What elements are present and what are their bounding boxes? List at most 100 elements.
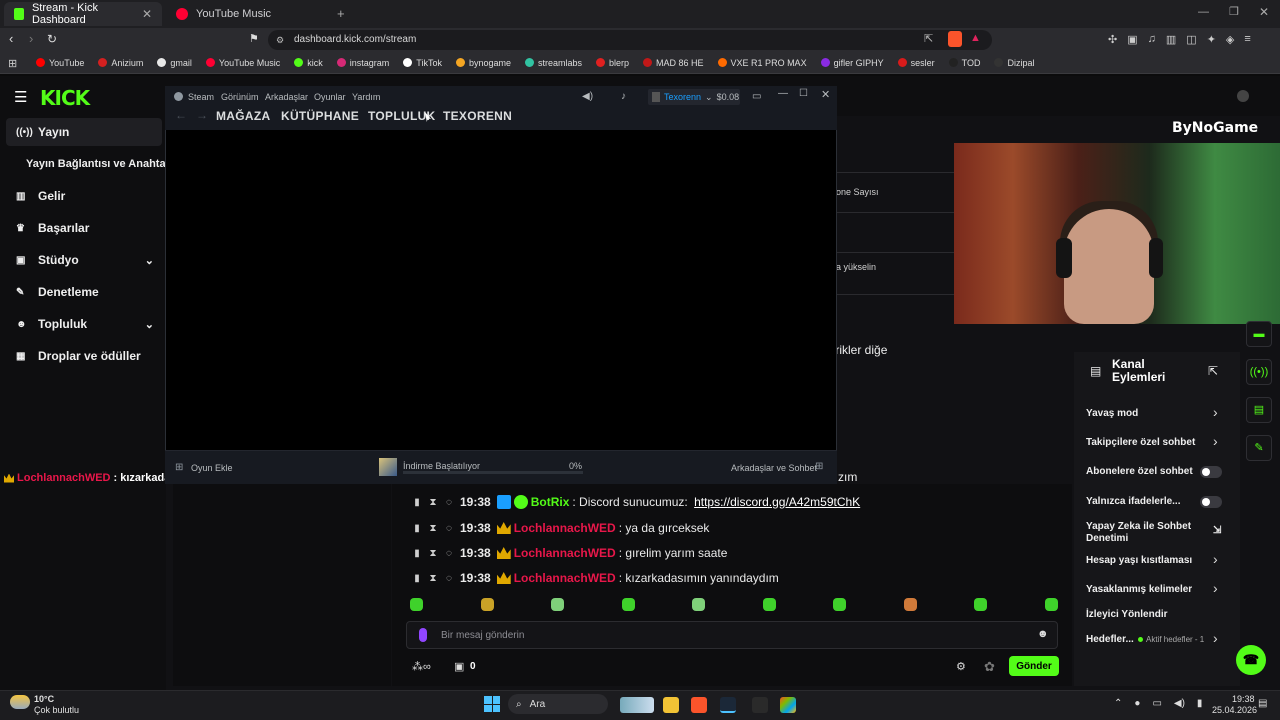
- chat-username[interactable]: LochlannachWED: [514, 571, 616, 585]
- send-button[interactable]: Gönder: [1009, 656, 1059, 676]
- chat-input-box[interactable]: Bir mesaj gönderin ☻: [406, 621, 1058, 649]
- chevron-right-icon[interactable]: ›: [1213, 404, 1218, 420]
- minimize-icon[interactable]: —: [1198, 6, 1209, 18]
- maximize-icon[interactable]: ❐: [1229, 5, 1239, 18]
- delete-icon[interactable]: ▮: [412, 548, 422, 559]
- bookmark-item[interactable]: TikTok: [403, 58, 442, 68]
- battery-icon[interactable]: ▮: [1197, 698, 1203, 709]
- menu-icon[interactable]: ≡: [1244, 33, 1250, 46]
- chat-settings-icon[interactable]: ⚙: [956, 660, 966, 673]
- steam-menu-item[interactable]: Yardım: [352, 92, 380, 102]
- screenshot-icon[interactable]: ▣: [1127, 33, 1137, 46]
- puzzle-icon[interactable]: ✣: [1108, 33, 1117, 46]
- add-game-icon[interactable]: ⊞: [175, 462, 183, 473]
- music-icon[interactable]: ♫: [1148, 33, 1156, 46]
- emote-icon[interactable]: [480, 598, 494, 611]
- emote-icon[interactable]: [621, 598, 635, 611]
- channel-action-2[interactable]: Abonelere özel sohbet: [1086, 466, 1193, 477]
- bookmark-item[interactable]: TOD: [948, 58, 980, 68]
- start-button[interactable]: [484, 696, 500, 712]
- bookmark-item[interactable]: bynogame: [455, 58, 511, 68]
- bookmark-icon[interactable]: ⚑: [249, 32, 259, 45]
- chevron-right-icon[interactable]: ›: [1213, 551, 1218, 567]
- emote-icon[interactable]: [903, 598, 917, 611]
- avatar[interactable]: [1237, 90, 1249, 102]
- weather-icon[interactable]: [10, 695, 30, 709]
- share-icon[interactable]: ⇱: [924, 32, 933, 45]
- external-link-icon[interactable]: ⇲: [1213, 525, 1221, 536]
- close-window-icon[interactable]: ✕: [1259, 5, 1269, 19]
- apps-grid-icon[interactable]: ⊞: [8, 57, 17, 70]
- chevron-right-icon[interactable]: ›: [1213, 630, 1218, 646]
- emoji-icon[interactable]: ☻: [1037, 628, 1049, 640]
- tab-kick-dashboard[interactable]: Stream - Kick Dashboard ✕: [4, 2, 162, 26]
- chat-username[interactable]: BotRix: [531, 495, 570, 509]
- channel-action-5[interactable]: Hesap yaşı kısıtlaması: [1086, 555, 1192, 566]
- bookmark-item[interactable]: streamlabs: [525, 58, 582, 68]
- emote-icon[interactable]: [762, 598, 776, 611]
- emote-icon[interactable]: [551, 598, 565, 611]
- channel-action-8[interactable]: Hedefler...: [1086, 634, 1140, 645]
- file-explorer-icon[interactable]: [663, 697, 679, 713]
- site-info-icon[interactable]: ⚙: [276, 30, 284, 50]
- bookmark-item[interactable]: YouTube Music: [205, 58, 280, 68]
- reload-icon[interactable]: ↻: [47, 32, 57, 46]
- bookmark-item[interactable]: Dizipal: [994, 58, 1034, 68]
- tab-youtube-music[interactable]: YouTube Music: [166, 2, 326, 26]
- steam-nav-0[interactable]: MAĞAZA: [216, 109, 270, 123]
- discord-link[interactable]: https://discord.gg/A42m59tChK: [694, 495, 860, 509]
- sidebar-item-5[interactable]: ✎ Denetleme: [6, 278, 162, 306]
- bookmark-item[interactable]: MAD 86 HE: [643, 58, 704, 68]
- notification-center-icon[interactable]: ▤: [1258, 698, 1267, 709]
- toggle-switch[interactable]: [1200, 496, 1222, 508]
- address-bar[interactable]: ⚙ dashboard.kick.com/stream: [268, 30, 992, 50]
- sidebar-item-3[interactable]: ♛ Başarılar: [6, 214, 162, 242]
- bot-icon[interactable]: ✿: [984, 659, 995, 675]
- layout-icon[interactable]: ▤: [1246, 397, 1272, 423]
- brave-rewards-icon[interactable]: ▲: [970, 32, 981, 44]
- friends-chat-label[interactable]: Arkadaşlar ve Sohbet: [731, 463, 817, 473]
- widget-icon[interactable]: [620, 697, 654, 713]
- chat-username[interactable]: LochlannachWED: [514, 521, 616, 535]
- channel-action-3[interactable]: Yalnızca ifadelerle...: [1086, 496, 1181, 507]
- ban-icon[interactable]: ◌: [444, 573, 454, 584]
- popout-icon[interactable]: ⇱: [1208, 364, 1218, 378]
- steam-maximize-icon[interactable]: ☐: [799, 88, 808, 99]
- toggle-switch[interactable]: [1200, 466, 1222, 478]
- epic-games-icon[interactable]: [752, 697, 768, 713]
- big-picture-icon[interactable]: ▭: [752, 91, 761, 102]
- bookmark-item[interactable]: Anizium: [98, 58, 143, 68]
- delete-icon[interactable]: ▮: [412, 523, 422, 534]
- emote-icon[interactable]: [692, 598, 706, 611]
- close-tab-icon[interactable]: ✕: [142, 7, 152, 21]
- download-status[interactable]: İndirme Başlatılıyor: [403, 461, 480, 471]
- chevron-down-icon[interactable]: ⌄: [145, 254, 154, 267]
- timeout-icon[interactable]: ⧗: [428, 573, 438, 584]
- wallet-icon[interactable]: ◫: [1186, 33, 1196, 46]
- brave-browser-icon[interactable]: [691, 697, 707, 713]
- emote-icon[interactable]: [410, 598, 423, 611]
- steam-minimize-icon[interactable]: —: [778, 88, 788, 99]
- kick-logo[interactable]: KICK: [40, 86, 90, 110]
- sidebar-item-2[interactable]: ▥ Gelir: [6, 182, 162, 210]
- sidebar-toggle-icon[interactable]: ▥: [1166, 33, 1176, 46]
- back-icon[interactable]: ‹: [9, 31, 13, 46]
- sidebar-item-0[interactable]: ((•)) Yayın: [6, 118, 162, 146]
- ban-icon[interactable]: ◌: [444, 548, 454, 559]
- chevron-down-icon[interactable]: ⌄: [145, 318, 154, 331]
- chevron-right-icon[interactable]: ›: [1213, 433, 1218, 449]
- sidebar-item-7[interactable]: ▦ Droplar ve ödüller: [6, 342, 162, 370]
- brave-shield-icon[interactable]: [948, 31, 962, 47]
- steam-nav-1[interactable]: KÜTÜPHANE: [281, 109, 359, 123]
- vpn-icon[interactable]: ◈: [1226, 33, 1234, 46]
- add-game-label[interactable]: Oyun Ekle: [191, 463, 233, 473]
- channel-action-7[interactable]: İzleyici Yönlendir: [1086, 609, 1168, 620]
- timeout-icon[interactable]: ⧗: [428, 497, 438, 508]
- emote-icon[interactable]: [974, 598, 988, 611]
- bookmark-item[interactable]: gmail: [157, 58, 192, 68]
- announce-icon[interactable]: ◀): [582, 91, 593, 102]
- steam-close-icon[interactable]: ✕: [821, 88, 830, 101]
- gift-box-icon[interactable]: ▣: [454, 660, 464, 673]
- microsoft-store-icon[interactable]: [780, 697, 796, 713]
- steam-menu-item[interactable]: Steam: [188, 92, 214, 102]
